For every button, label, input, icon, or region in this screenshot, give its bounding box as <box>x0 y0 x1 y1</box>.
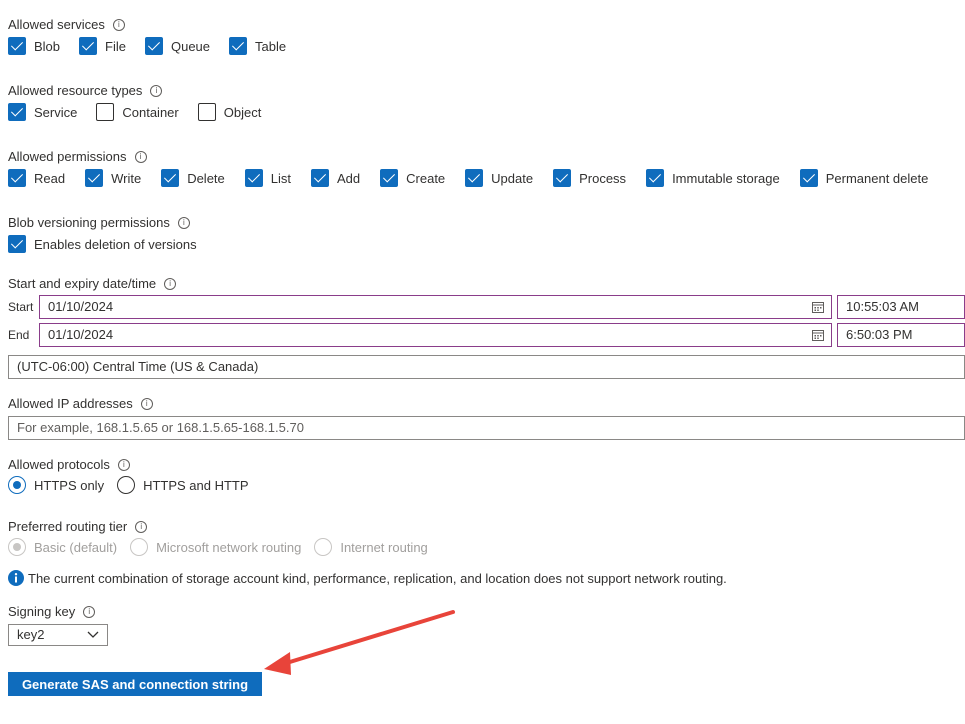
annotation-arrow-icon <box>264 610 455 675</box>
generate-sas-button[interactable]: Generate SAS and connection string <box>8 672 262 696</box>
